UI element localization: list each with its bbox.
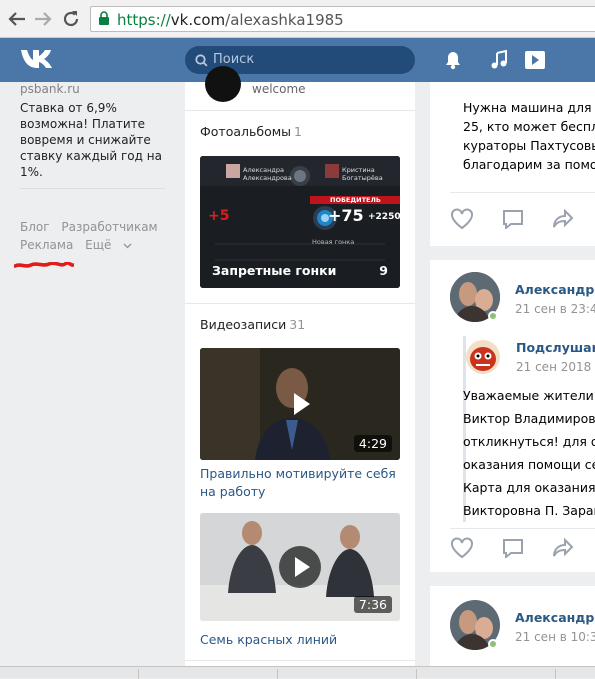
- footer-link-developers[interactable]: Разработчикам: [61, 220, 157, 234]
- video-duration: 7:36: [353, 596, 392, 613]
- post-text-line: Виктор Владимирови: [463, 411, 595, 426]
- video-title[interactable]: Семь красных линий: [200, 631, 405, 649]
- repost-date[interactable]: 21 сен 2018 в: [516, 360, 595, 374]
- bottom-bar: [0, 666, 595, 679]
- play-icon[interactable]: [278, 382, 322, 426]
- like-icon[interactable]: [450, 537, 474, 559]
- search-icon: [195, 54, 208, 67]
- post-text-line: откликнуться! для ок: [463, 434, 595, 449]
- album-art-mode: Новая гонка: [312, 238, 355, 246]
- footer-link-ads[interactable]: Реклама: [20, 238, 73, 252]
- post-text-line: Викторовна П. Заране: [463, 503, 595, 518]
- post-text-line: Карта для оказания п: [463, 480, 595, 495]
- ad-domain[interactable]: psbank.ru: [20, 82, 80, 96]
- share-icon[interactable]: [552, 538, 574, 558]
- album-art-winner: ПОБЕДИТЕЛЬ: [330, 196, 381, 204]
- album-art-left-score: +5: [208, 208, 230, 224]
- album-art-right-score: +75: [328, 206, 364, 225]
- video-duration: 4:29: [353, 435, 392, 452]
- online-indicator: [488, 639, 498, 649]
- wall-post: Нужна машина для п 25, кто может бесплат…: [430, 82, 595, 246]
- post-text-line: оказания помощи сем: [463, 457, 595, 472]
- divider: [185, 303, 415, 304]
- welcome-text: welcome: [252, 82, 306, 96]
- footer-link-more[interactable]: Ещё: [85, 238, 132, 252]
- post-text-line: 25, кто может бесплат: [463, 119, 595, 134]
- footer-links: Блог Разработчикам Реклама Ещё: [20, 218, 180, 254]
- like-icon[interactable]: [450, 208, 474, 230]
- chevron-down-icon: [123, 243, 132, 249]
- divider: [185, 110, 415, 111]
- ad-text[interactable]: Ставка от 6,9% возможна! Платите вовремя…: [20, 100, 170, 180]
- comment-icon[interactable]: [502, 209, 524, 229]
- search-placeholder: Поиск: [213, 52, 255, 67]
- album-art-right-name: Кристина Богатырёва: [342, 166, 383, 182]
- back-button[interactable]: [6, 9, 28, 29]
- wall-post: Александра А 21 сен в 23:40 Подслушано 2…: [430, 260, 595, 572]
- videos-title[interactable]: Видеозаписи 31: [200, 317, 305, 332]
- repost-author[interactable]: Подслушано: [516, 340, 595, 355]
- album-art-left-name: Александра Александрова: [243, 166, 292, 182]
- post-author[interactable]: Александра А: [515, 282, 595, 297]
- post-date[interactable]: 21 сен в 10:37: [515, 630, 595, 644]
- music-icon[interactable]: [490, 50, 508, 70]
- post-text-line: благодарим за помощ: [463, 157, 595, 172]
- address-bar[interactable]: https://vk.com/alexashka1985: [90, 6, 595, 32]
- left-column: psbank.ru Ставка от 6,9% возможна! Плати…: [0, 82, 180, 678]
- browser-toolbar: https://vk.com/alexashka1985: [0, 0, 595, 38]
- video-thumbnail[interactable]: 7:36: [200, 513, 400, 621]
- post-date[interactable]: 21 сен в 23:40: [515, 302, 595, 316]
- album-photo-count: 9: [379, 263, 388, 278]
- wall-post: Александра А 21 сен в 10:37: [430, 586, 595, 666]
- post-image-icon: [505, 82, 520, 88]
- lock-icon: [99, 11, 109, 25]
- online-indicator: [488, 311, 498, 321]
- album-thumbnail[interactable]: Александра Александрова Кристина Богатыр…: [200, 156, 400, 288]
- vk-logo-icon[interactable]: [20, 48, 54, 70]
- repost-avatar[interactable]: [466, 340, 500, 374]
- reload-button[interactable]: [60, 9, 82, 29]
- play-button-icon[interactable]: [278, 545, 322, 589]
- profile-middle-column: welcome Фотоальбомы 1 Александра Александ…: [185, 66, 415, 678]
- album-art-right-bonus: +2250: [368, 212, 400, 222]
- vk-header: Поиск: [0, 38, 595, 82]
- divider: [450, 528, 595, 529]
- post-text-line: Нужна машина для п: [463, 100, 595, 115]
- video-thumbnail[interactable]: 4:29: [200, 348, 400, 460]
- red-scribble: [14, 262, 74, 268]
- video-play-icon[interactable]: [524, 50, 546, 70]
- divider: [185, 660, 415, 661]
- share-icon[interactable]: [552, 209, 574, 229]
- post-text-line: кураторы Пахтусовы Л: [463, 138, 595, 153]
- divider: [20, 188, 165, 189]
- url-text: https://vk.com/alexashka1985: [117, 11, 344, 29]
- video-title[interactable]: Правильно мотивируйте себя на работу: [200, 465, 405, 501]
- divider: [450, 192, 595, 193]
- album-caption: Запретные гонки: [212, 263, 337, 278]
- avatar[interactable]: [205, 66, 241, 102]
- comment-icon[interactable]: [502, 538, 524, 558]
- bell-icon[interactable]: [444, 50, 462, 70]
- footer-link-blog[interactable]: Блог: [20, 220, 50, 234]
- post-text-line: Уважаемые жители п: [463, 388, 595, 403]
- albums-title[interactable]: Фотоальбомы 1: [200, 124, 302, 139]
- post-author[interactable]: Александра А: [515, 610, 595, 625]
- forward-button[interactable]: [32, 9, 54, 29]
